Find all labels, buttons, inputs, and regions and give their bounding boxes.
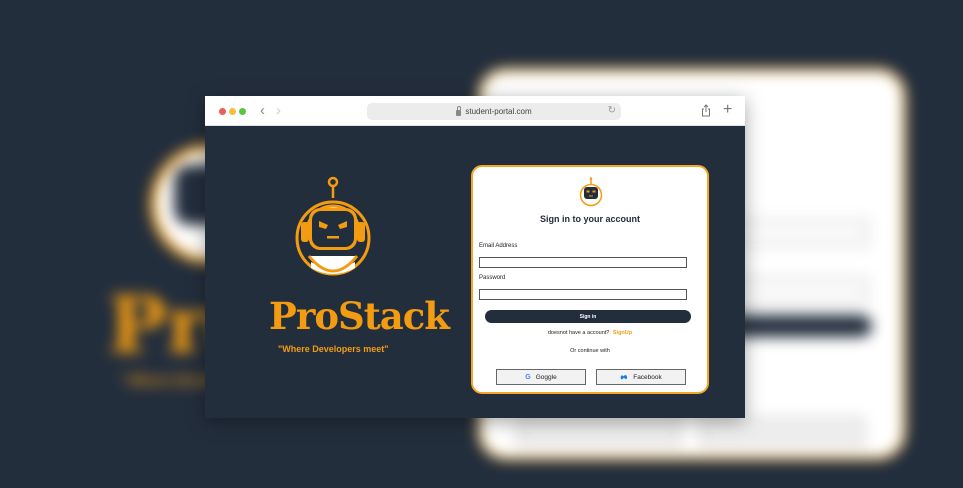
signup-link[interactable]: SignUp: [613, 330, 632, 336]
close-window-button[interactable]: [219, 108, 226, 115]
continue-with-text: Or continue with: [570, 348, 610, 354]
signup-row: doesnot have a account? SignUp: [473, 330, 707, 336]
blurred-button: [700, 418, 864, 446]
share-icon[interactable]: [701, 104, 711, 117]
password-field[interactable]: [479, 289, 687, 300]
google-login-button[interactable]: G Goggle: [496, 369, 586, 385]
password-label: Password: [479, 275, 506, 281]
plus-icon[interactable]: +: [723, 101, 732, 119]
browser-window: ‹ › student-portal.com ↻ + ProStack "Whe…: [205, 96, 745, 418]
facebook-login-button[interactable]: Facebook: [596, 369, 686, 385]
browser-toolbar: ‹ › student-portal.com ↻ +: [205, 96, 745, 126]
lock-icon: [456, 105, 462, 116]
brand-name: ProStack: [269, 294, 450, 338]
signup-prompt: doesnot have a account?: [547, 330, 610, 336]
google-icon: G: [525, 373, 531, 381]
email-field[interactable]: [479, 257, 687, 268]
reload-icon[interactable]: ↻: [608, 105, 616, 116]
page-content: ProStack "Where Developers meet" Sign in…: [205, 126, 745, 418]
sign-in-button[interactable]: Sign in: [485, 310, 691, 323]
maximize-window-button[interactable]: [239, 108, 246, 115]
url-text: student-portal.com: [465, 107, 532, 116]
address-bar[interactable]: student-portal.com ↻: [367, 103, 621, 120]
chevron-left-icon[interactable]: ‹: [260, 103, 265, 118]
chevron-right-icon[interactable]: ›: [276, 103, 281, 118]
facebook-label: Facebook: [633, 373, 662, 381]
facebook-icon: [620, 375, 628, 380]
google-label: Goggle: [535, 373, 557, 381]
blurred-button: [517, 418, 681, 446]
email-label: Email Address: [479, 243, 518, 249]
robot-icon: [295, 176, 371, 276]
login-title: Sign in to your account: [539, 214, 640, 224]
brand-tagline: "Where Developers meet": [278, 344, 389, 354]
robot-logo-icon: [579, 177, 603, 207]
minimize-window-button[interactable]: [229, 108, 236, 115]
login-card: Sign in to your account Email Address Pa…: [471, 165, 709, 394]
